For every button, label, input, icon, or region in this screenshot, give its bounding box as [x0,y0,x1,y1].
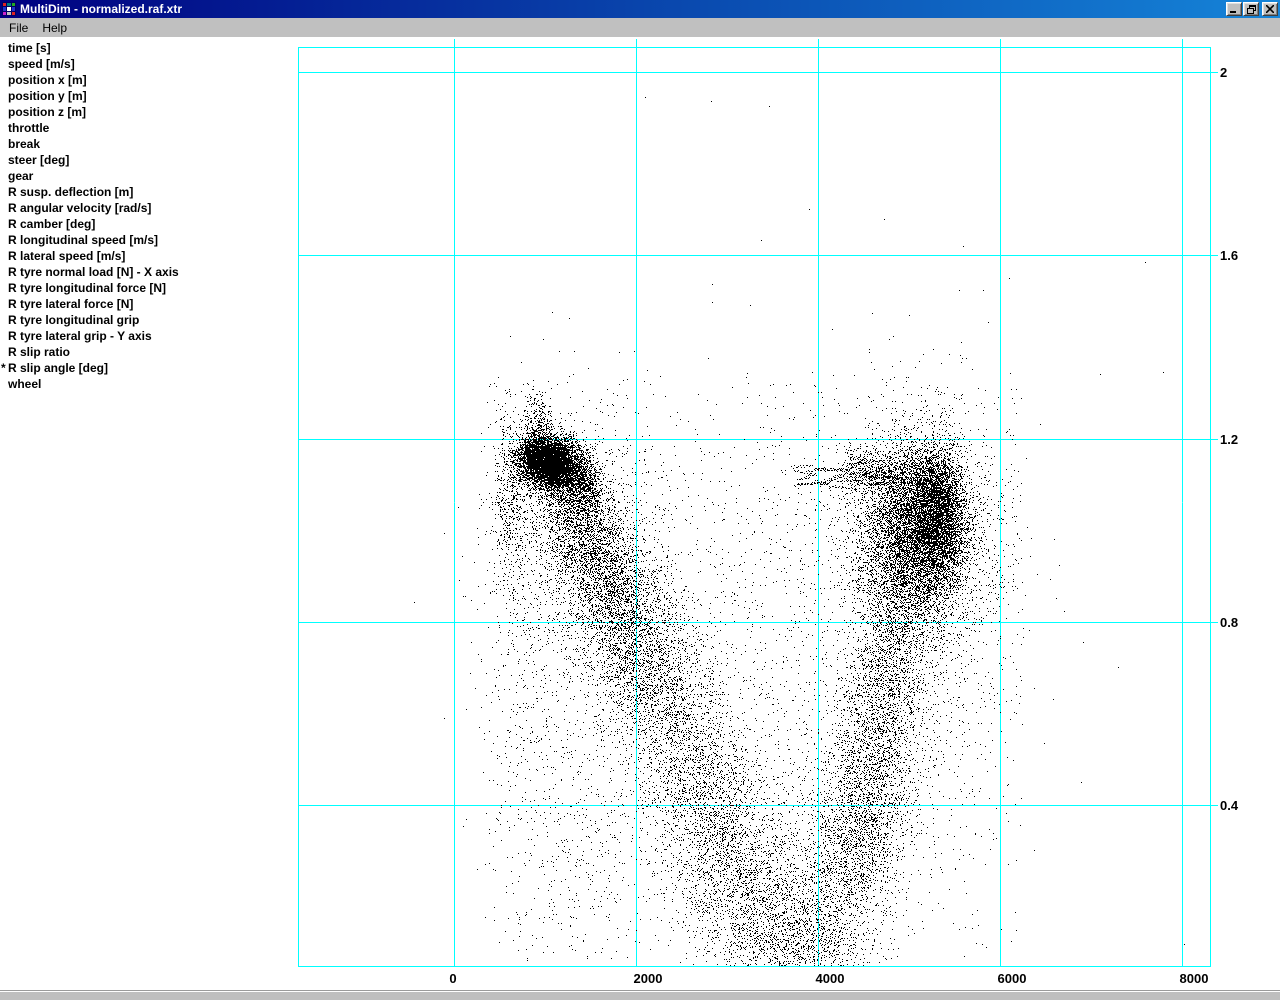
channel-label: position x [m] [8,73,87,87]
channel-label: steer [deg] [8,153,70,167]
channel-item[interactable]: wheel [0,377,290,393]
y-tick-label: 0.8 [1220,615,1239,630]
y-tick-label: 0.4 [1220,798,1239,813]
channel-label: speed [m/s] [8,57,75,71]
x-tick-label: 8000 [1179,971,1209,986]
channel-item[interactable]: R susp. deflection [m] [0,185,290,201]
channel-label: R longitudinal speed [m/s] [8,233,159,247]
channel-label: position z [m] [8,105,86,119]
y-tick-label: 1.6 [1220,248,1239,263]
channel-item[interactable]: position x [m] [0,73,290,89]
channel-label: gear [8,169,34,183]
channel-label: R lateral speed [m/s] [8,249,126,263]
scatter-plot-canvas[interactable] [290,39,1218,967]
menu-file[interactable]: File [2,20,35,36]
channel-item[interactable]: throttle [0,121,290,137]
channel-label: R camber [deg] [8,217,96,231]
channel-item[interactable]: speed [m/s] [0,57,290,73]
channel-item[interactable]: R tyre normal load [N] - X axis [0,265,290,281]
menu-help[interactable]: Help [35,20,74,36]
channel-item[interactable]: position z [m] [0,105,290,121]
x-tick-label: 0 [449,971,457,986]
x-tick-label: 6000 [997,971,1027,986]
channel-item[interactable]: gear [0,169,290,185]
x-tick-label: 4000 [815,971,845,986]
app-icon[interactable] [2,2,16,16]
y-tick-label: 2 [1220,65,1228,80]
app-window: MultiDim - normalized.raf.xtr File Help [0,0,1280,1000]
channel-item[interactable]: R camber [deg] [0,217,290,233]
channel-label: R susp. deflection [m] [8,185,134,199]
channel-label: R tyre lateral grip - Y axis [8,329,152,343]
channel-item[interactable]: R lateral speed [m/s] [0,249,290,265]
channel-label: R tyre lateral force [N] [8,297,134,311]
window-title: MultiDim - normalized.raf.xtr [20,2,183,16]
channel-label: wheel [8,377,42,391]
channel-item[interactable]: break [0,137,290,153]
channel-label: R slip angle [deg] [8,361,109,375]
y-tick-label: 1.2 [1220,432,1239,447]
channel-label: throttle [8,121,50,135]
channel-label: position y [m] [8,89,87,103]
channel-label: R tyre normal load [N] - X axis [8,265,179,279]
channel-item[interactable]: R tyre lateral grip - Y axis [0,329,290,345]
x-tick-label: 2000 [633,971,663,986]
channel-label: time [s] [8,41,51,55]
title-bar[interactable]: MultiDim - normalized.raf.xtr [0,0,1280,18]
channel-item[interactable]: R tyre longitudinal grip [0,313,290,329]
channel-item[interactable]: R longitudinal speed [m/s] [0,233,290,249]
channel-item[interactable]: time [s] [0,41,290,57]
channel-item[interactable]: R tyre lateral force [N] [0,297,290,313]
channel-item[interactable]: position y [m] [0,89,290,105]
active-channel-marker: * [1,361,6,375]
channel-item[interactable]: * R slip angle [deg] [0,361,290,377]
channel-list: time [s] speed [m/s] position x [m] positio… [0,41,290,393]
channel-label: R tyre longitudinal grip [8,313,140,327]
channel-item[interactable]: R tyre longitudinal force [N] [0,281,290,297]
status-bar [0,990,1280,1000]
channel-item[interactable]: R angular velocity [rad/s] [0,201,290,217]
channel-label: break [8,137,41,151]
close-button-icon[interactable] [1262,2,1278,16]
menu-bar: File Help [0,18,1280,37]
channel-item[interactable]: steer [deg] [0,153,290,169]
channel-label: R tyre longitudinal force [N] [8,281,167,295]
window-controls [1226,2,1278,16]
minimize-button-icon[interactable] [1226,2,1242,16]
channel-label: R slip ratio [8,345,71,359]
restore-button-icon[interactable] [1243,2,1259,16]
channel-label: R angular velocity [rad/s] [8,201,152,215]
channel-item[interactable]: R slip ratio [0,345,290,361]
